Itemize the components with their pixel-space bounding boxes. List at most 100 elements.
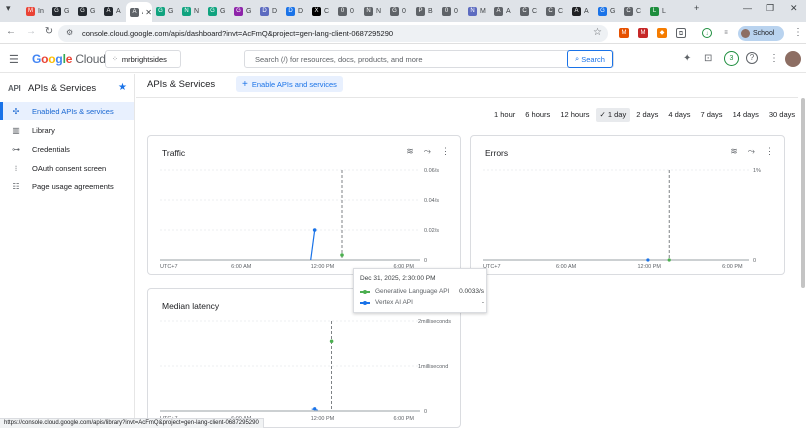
pin-star-icon[interactable]: ★ (118, 82, 127, 93)
time-range-button[interactable]: 6 hours (521, 108, 554, 122)
hamburger-menu-icon[interactable]: ☰ (9, 53, 19, 66)
link-status-bar: https://console.cloud.google.com/apis/li… (0, 418, 264, 428)
metamask-extension-icon[interactable]: M (619, 28, 629, 38)
browser-tab[interactable]: NN (178, 3, 202, 19)
browser-tab[interactable]: AA (568, 3, 592, 19)
time-range-button[interactable]: 12 hours (556, 108, 593, 122)
browser-tab-strip: + — ❐ ✕ MInGGGGAAAA✕GGNNGGGGDDDDXC00NNG0… (0, 0, 806, 22)
data-point-vertex (312, 228, 317, 232)
tooltip-series-name: Vertex AI API (375, 299, 413, 306)
gemini-sparkle-icon[interactable]: ✦ (683, 53, 691, 64)
browser-tab[interactable]: GG (230, 3, 254, 19)
help-icon[interactable]: ? (746, 52, 758, 64)
profile-chip[interactable]: School (738, 26, 784, 41)
browser-tab[interactable]: XC (308, 3, 332, 19)
chat-icon: G (208, 6, 217, 16)
bookmark-star-icon[interactable]: ☆ (593, 27, 602, 38)
enable-apis-button[interactable]: + Enable APIs and services (236, 76, 343, 92)
main-content: APIs & Services + Enable APIs and servic… (136, 74, 806, 428)
reload-icon[interactable]: ↻ (42, 26, 56, 37)
tune-icon[interactable]: ≡ (721, 28, 731, 38)
browser-tab[interactable]: 00 (334, 3, 358, 19)
browser-tab[interactable]: AA (490, 3, 514, 19)
notification-count-badge[interactable]: 3 (724, 51, 739, 66)
tab-title: A (584, 7, 589, 15)
time-range-button[interactable]: 30 days (765, 108, 799, 122)
tab-title: C (636, 7, 642, 15)
data-point-generative (329, 339, 334, 344)
browser-tab[interactable]: AA✕ (126, 2, 152, 22)
sidebar-item-oauth-consent[interactable]: ⁝ OAuth consent screen (0, 159, 134, 177)
time-range-button[interactable]: 2 days (632, 108, 662, 122)
browser-tab[interactable]: 00 (438, 3, 462, 19)
search-button[interactable]: ⌕ Search (567, 50, 613, 68)
new-tab-icon[interactable]: + (694, 3, 699, 13)
profile-avatar (741, 29, 750, 38)
browser-tab[interactable]: DD (256, 3, 280, 19)
download-icon[interactable]: ↓ (702, 28, 712, 38)
cloud-shell-icon[interactable]: ⊡ (704, 53, 712, 64)
browser-tab[interactable]: CC (516, 3, 540, 19)
github-icon: G (78, 6, 87, 16)
puzzle-extension-icon[interactable]: ⧉ (676, 28, 686, 38)
sidebar-item-credentials[interactable]: ⊶ Credentials (0, 140, 134, 158)
y-tick-label: 1% (753, 168, 761, 174)
user-avatar[interactable] (785, 51, 801, 67)
restore-icon[interactable]: ❐ (766, 3, 774, 14)
browser-tab[interactable]: NN (360, 3, 384, 19)
settings-menu-icon[interactable]: ⋮ (769, 53, 779, 64)
tab-title: C (324, 7, 330, 15)
gmail-extension-icon[interactable]: M (638, 28, 648, 38)
time-range-button[interactable]: 1 hour (490, 108, 519, 122)
browser-tab[interactable]: AA (100, 3, 124, 19)
close-tab-icon[interactable]: ✕ (145, 8, 152, 17)
browser-tab[interactable]: GG (48, 3, 72, 19)
browser-tab[interactable]: GG (594, 3, 618, 19)
time-range-button[interactable]: 4 days (664, 108, 694, 122)
dark-icon: A (572, 6, 581, 16)
browser-tab[interactable]: M In (22, 3, 46, 19)
extension-icon[interactable]: ◆ (657, 28, 667, 38)
minimize-icon[interactable]: — (743, 3, 752, 13)
browser-menu-icon[interactable]: ⋮ (793, 27, 803, 38)
tooltip-series-value: 0.0033/s (459, 288, 484, 295)
project-selector[interactable]: ⁘ mrbrightsides (105, 50, 181, 68)
site-info-icon[interactable]: ⚙ (66, 28, 73, 37)
gmail-icon: M (26, 6, 35, 16)
project-name: mrbrightsides (121, 54, 167, 64)
browser-tab[interactable]: GG (204, 3, 228, 19)
browser-tab[interactable]: GG (152, 3, 176, 19)
close-window-icon[interactable]: ✕ (790, 3, 798, 14)
sidebar-item-page-usage[interactable]: ☷ Page usage agreements (0, 177, 134, 195)
errors-card: Errors ≋ ⤳ ⋮ 1% 0 UTC+7 6:00 AM 12:00 PM 6:00… (470, 135, 785, 275)
scrollbar[interactable] (801, 98, 805, 288)
x-tick-label: UTC+7 (160, 264, 178, 270)
errors-chart: 1%0UTC+7 6:00 AM 12:00 PM 6:00 PM (483, 168, 761, 270)
y-tick-label: 0 (753, 258, 756, 264)
tab-title: L (662, 7, 666, 15)
search-field[interactable]: Search (/) for resources, docs, products… (244, 50, 614, 68)
diamond-icon: ✣ (12, 106, 20, 116)
time-range-button[interactable]: ✓ 1 day (595, 108, 631, 122)
tooltip-row: Vertex AI API - (360, 299, 484, 306)
google-cloud-logo[interactable]: Google Cloud (32, 52, 106, 66)
url-bar[interactable]: ⚙ console.cloud.google.com/apis/dashboar… (58, 25, 608, 42)
tab-search-icon[interactable]: ▾ (6, 3, 11, 14)
back-arrow-icon[interactable]: ← (4, 26, 18, 37)
forward-arrow-icon[interactable]: → (24, 26, 38, 37)
tab-title: 0 (350, 7, 354, 15)
browser-tab[interactable]: GG (74, 3, 98, 19)
y-tick-label: 0 (424, 409, 427, 415)
tooltip-series-name: Generative Language API (375, 288, 450, 295)
browser-tab[interactable]: LL (646, 3, 670, 19)
time-range-button[interactable]: 14 days (729, 108, 763, 122)
browser-tab[interactable]: G0 (386, 3, 410, 19)
browser-tab[interactable]: CC (542, 3, 566, 19)
sidebar-item-enabled-apis[interactable]: ✣ Enabled APIs & services (0, 102, 134, 120)
browser-tab[interactable]: CC (620, 3, 644, 19)
browser-tab[interactable]: NM (464, 3, 488, 19)
browser-tab[interactable]: DD (282, 3, 306, 19)
browser-tab[interactable]: PB (412, 3, 436, 19)
time-range-button[interactable]: 7 days (696, 108, 726, 122)
sidebar-item-library[interactable]: ▥ Library (0, 121, 134, 139)
